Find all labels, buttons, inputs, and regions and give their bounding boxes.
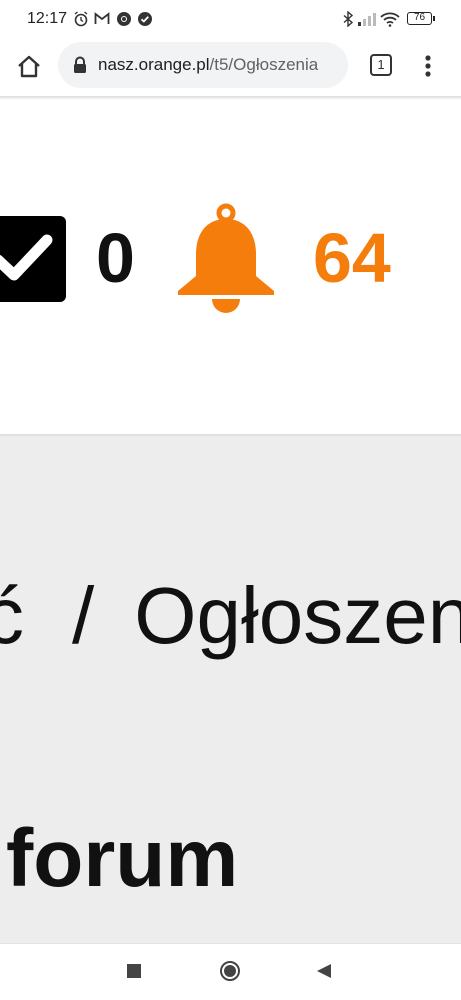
url-host: nasz.orange.pl: [98, 55, 210, 74]
chrome-icon: [117, 12, 131, 26]
web-page: 0 64 ć / Ogłoszenia forum: [0, 100, 461, 943]
nav-home-icon[interactable]: [219, 960, 241, 982]
breadcrumb-current[interactable]: Ogłoszenia: [134, 571, 461, 660]
breadcrumb: ć / Ogłoszenia: [0, 566, 461, 666]
home-icon[interactable]: [14, 52, 44, 82]
status-time: 12:17: [27, 10, 68, 27]
system-nav-bar: [0, 943, 461, 1000]
lock-icon: [74, 56, 86, 73]
gmail-icon: [94, 12, 110, 24]
more-menu-icon[interactable]: [417, 52, 439, 80]
wifi-icon: [380, 12, 400, 27]
address-bar[interactable]: nasz.orange.pl/t5/Ogłoszenia: [58, 42, 348, 88]
breadcrumb-separator: /: [72, 571, 95, 660]
tab-switcher-button[interactable]: 1: [370, 54, 392, 76]
checkbox-checked-icon[interactable]: [0, 216, 66, 302]
battery-icon: 76: [407, 12, 435, 25]
status-bar: 12:17 76: [0, 0, 461, 38]
browser-toolbar: nasz.orange.pl/t5/Ogłoszenia 1: [0, 38, 461, 96]
url-text: nasz.orange.pl/t5/Ogłoszenia: [98, 55, 348, 75]
url-path: /t5/Ogłoszenia: [209, 55, 319, 74]
battery-level: 76: [413, 12, 426, 23]
content-area: ć / Ogłoszenia forum: [0, 434, 461, 943]
tab-count: 1: [377, 57, 385, 72]
alarm-icon: [74, 11, 88, 27]
signal-icon: [358, 13, 376, 26]
page-title: forum: [6, 813, 239, 904]
back-icon[interactable]: [316, 963, 332, 979]
check-circle-icon: [138, 12, 152, 26]
counters-bar: 0 64: [0, 100, 461, 434]
checked-count: 0: [96, 219, 135, 297]
bluetooth-icon: [343, 11, 354, 27]
notifications-count: 64: [313, 219, 391, 297]
recents-icon[interactable]: [127, 964, 141, 978]
bell-icon[interactable]: [176, 203, 276, 315]
breadcrumb-prev-link[interactable]: ć: [0, 571, 24, 660]
